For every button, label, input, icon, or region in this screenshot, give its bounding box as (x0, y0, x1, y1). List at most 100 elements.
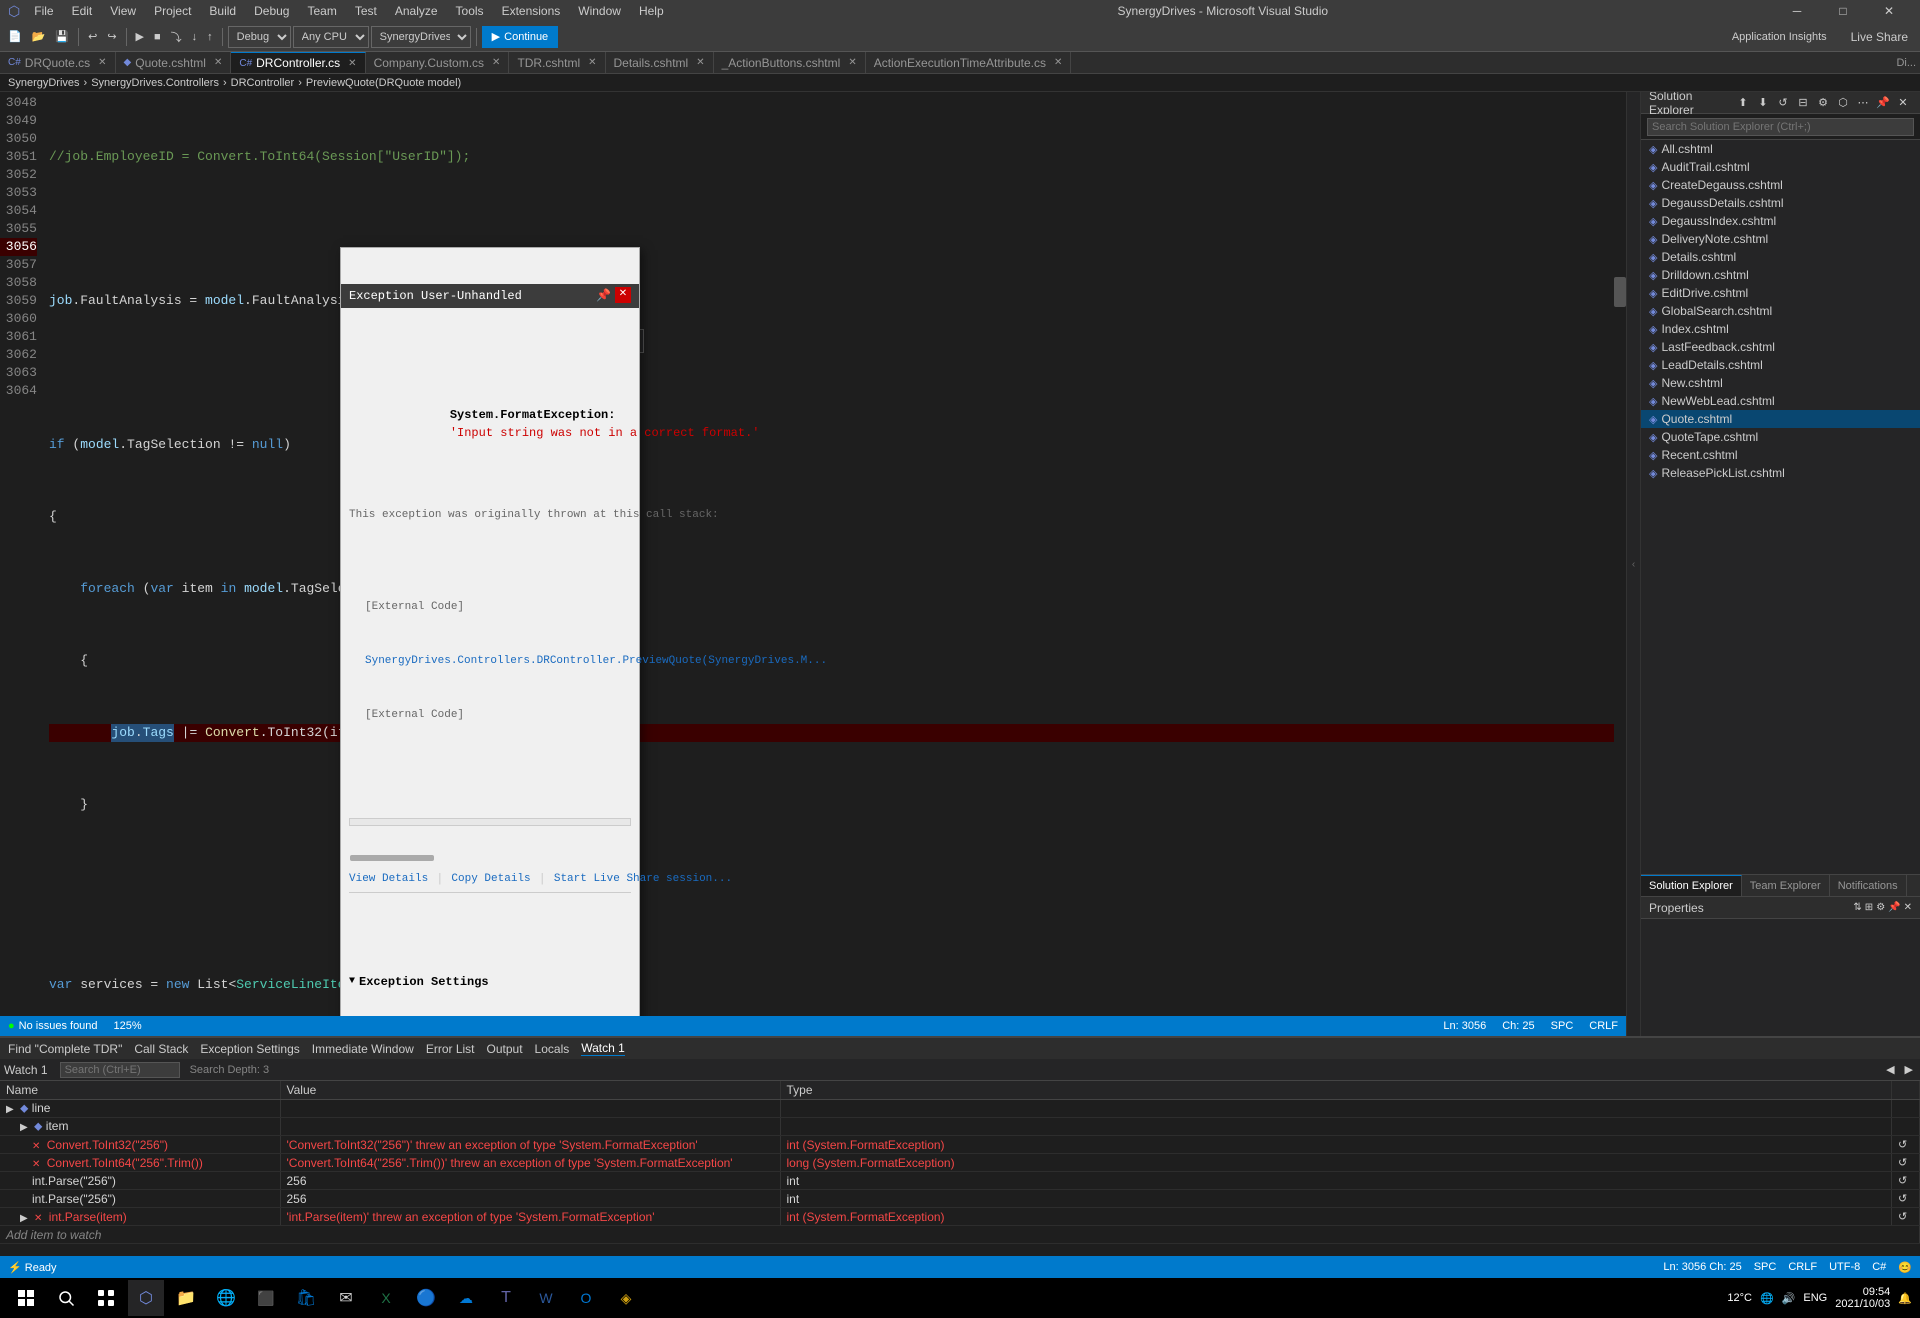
taskbar-chrome-icon[interactable]: 🔵 (408, 1280, 444, 1316)
se-btn-pin[interactable]: 📌 (1874, 94, 1892, 112)
tab-tdrcshtml[interactable]: TDR.cshtml ✕ (509, 52, 605, 73)
se-tab-solution-explorer[interactable]: Solution Explorer (1641, 875, 1742, 896)
menu-file[interactable]: File (26, 2, 61, 20)
menu-help[interactable]: Help (631, 2, 672, 20)
step-into-button[interactable]: ↓ (188, 26, 202, 48)
tree-item-releasepicklist[interactable]: ◈ ReleasePickList.cshtml (1641, 464, 1920, 482)
tab-quotecshtml[interactable]: ◆ Quote.cshtml ✕ (116, 52, 232, 73)
tab-close-drquote[interactable]: ✕ (98, 57, 106, 68)
tree-item-editdrive[interactable]: ◈ EditDrive.cshtml (1641, 284, 1920, 302)
tab-drquote[interactable]: C# DRQuote.cs ✕ (0, 52, 116, 73)
taskbar-word-icon[interactable]: W (528, 1280, 564, 1316)
se-btn-close[interactable]: ✕ (1894, 94, 1912, 112)
tree-item-createdegauss[interactable]: ◈ CreateDegauss.cshtml (1641, 176, 1920, 194)
se-btn-filter[interactable]: ⚙ (1814, 94, 1832, 112)
exception-settings-tab-link[interactable]: Exception Settings (200, 1042, 299, 1056)
immediate-window-tab-link[interactable]: Immediate Window (312, 1042, 414, 1056)
start-debug-button[interactable]: ▶ (132, 26, 148, 48)
stop-debug-button[interactable]: ■ (150, 26, 165, 48)
tab-actionexecution[interactable]: ActionExecutionTimeAttribute.cs ✕ (866, 52, 1072, 73)
breadcrumb-controllers[interactable]: SynergyDrives.Controllers (91, 77, 219, 89)
minimize-button[interactable]: ─ (1774, 0, 1820, 22)
watch-nav-back[interactable]: ◀ (1883, 1063, 1897, 1076)
tree-item-newweblead[interactable]: ◈ NewWebLead.cshtml (1641, 392, 1920, 410)
menu-edit[interactable]: Edit (64, 2, 101, 20)
tree-item-quotetape[interactable]: ◈ QuoteTape.cshtml (1641, 428, 1920, 446)
feedback-icon[interactable]: 😊 (1898, 1261, 1912, 1274)
watch-cell-name-intparse2[interactable]: int.Parse("256") (0, 1190, 280, 1208)
menu-project[interactable]: Project (146, 2, 199, 20)
se-btn-liveshare[interactable]: ⬡ (1834, 94, 1852, 112)
se-btn-collapse-all[interactable]: ⊟ (1794, 94, 1812, 112)
tab-detailscshtml[interactable]: Details.cshtml ✕ (606, 52, 714, 73)
close-button[interactable]: ✕ (1866, 0, 1912, 22)
call-stack-tab-link[interactable]: Call Stack (134, 1042, 188, 1056)
taskbar-notification-icon[interactable]: 🔔 (1898, 1292, 1912, 1305)
settings-triangle-icon[interactable]: ▼ (349, 973, 355, 991)
find-complete-tdr[interactable]: Find "Complete TDR" (8, 1042, 122, 1056)
taskbar-store-icon[interactable]: 🛍 (288, 1280, 324, 1316)
tab-actionbuttons[interactable]: _ActionButtons.cshtml ✕ (714, 52, 866, 73)
continue-button[interactable]: ▶ Continue (482, 26, 559, 48)
tab-close-actionexecution[interactable]: ✕ (1054, 57, 1062, 68)
watch1-tab-link[interactable]: Watch 1 (581, 1041, 625, 1056)
start-button[interactable] (8, 1280, 44, 1316)
properties-close-icon[interactable]: ✕ (1904, 902, 1912, 913)
collapse-sidebar-button[interactable]: ‹ (1626, 92, 1640, 1036)
taskbar-teams-icon[interactable]: T (488, 1280, 524, 1316)
taskbar-edge-icon[interactable]: 🌐 (208, 1280, 244, 1316)
watch-nav-forward[interactable]: ▶ (1902, 1063, 1916, 1076)
tree-item-degaussdetails[interactable]: ◈ DegaussDetails.cshtml (1641, 194, 1920, 212)
tree-item-allcshtml[interactable]: ◈ All.cshtml (1641, 140, 1920, 158)
taskbar-mail-icon[interactable]: ✉ (328, 1280, 364, 1316)
watch-search-input[interactable] (60, 1062, 180, 1078)
editor-vscroll[interactable] (1614, 92, 1626, 1016)
menu-test[interactable]: Test (347, 2, 385, 20)
new-file-button[interactable]: 📄 (4, 26, 26, 48)
view-details-link[interactable]: View Details (349, 870, 428, 888)
watch-cell-name-line[interactable]: ▶ ⬥ line (0, 1100, 280, 1118)
menu-build[interactable]: Build (201, 2, 244, 20)
save-button[interactable]: 💾 (51, 26, 73, 48)
tree-item-details[interactable]: ◈ Details.cshtml (1641, 248, 1920, 266)
watch-cell-name-item[interactable]: ▶ ⬥ item (0, 1118, 280, 1136)
watch-cell-name-intparse1[interactable]: int.Parse("256") (0, 1172, 280, 1190)
step-out-button[interactable]: ↑ (203, 26, 217, 48)
taskbar-outlook-icon[interactable]: O (568, 1280, 604, 1316)
se-btn-refresh[interactable]: ↺ (1774, 94, 1792, 112)
dialog-close-button[interactable]: ✕ (615, 287, 631, 303)
taskbar-vs-icon[interactable]: ⬡ (128, 1280, 164, 1316)
taskview-button[interactable] (88, 1280, 124, 1316)
tab-close-actionbuttons[interactable]: ✕ (848, 57, 856, 68)
tree-item-drilldown[interactable]: ◈ Drilldown.cshtml (1641, 266, 1920, 284)
taskbar-network-icon[interactable]: 🌐 (1760, 1292, 1774, 1305)
add-watch-cell[interactable]: Add item to watch (0, 1226, 1920, 1244)
taskbar-excel-icon[interactable]: X (368, 1280, 404, 1316)
open-file-button[interactable]: 📂 (28, 26, 50, 48)
taskbar-azure-icon[interactable]: ☁ (448, 1280, 484, 1316)
se-btn-1[interactable]: ⬆ (1734, 94, 1752, 112)
copy-details-link[interactable]: Copy Details (451, 870, 530, 888)
tab-close-drcontroller[interactable]: ✕ (348, 58, 356, 69)
tree-item-deliverynote[interactable]: ◈ DeliveryNote.cshtml (1641, 230, 1920, 248)
start-live-share-link[interactable]: Start Live Share session... (554, 870, 732, 888)
tab-close-detailscshtml[interactable]: ✕ (696, 57, 704, 68)
taskbar-clock[interactable]: 09:54 2021/10/03 (1835, 1286, 1890, 1310)
menu-extensions[interactable]: Extensions (494, 2, 569, 20)
watch-cell-name-intparseitem[interactable]: ▶ ✕ int.Parse(item) (0, 1208, 280, 1226)
expand-intparseitem-icon[interactable]: ▶ (20, 1213, 28, 1224)
undo-button[interactable]: ↩ (84, 26, 101, 48)
insights-button[interactable]: Application Insights (1726, 29, 1833, 45)
watch-cell-name-convert32[interactable]: ✕ Convert.ToInt32("256") (0, 1136, 280, 1154)
locals-tab-link[interactable]: Locals (535, 1042, 570, 1056)
tree-item-lastfeedback[interactable]: ◈ LastFeedback.cshtml (1641, 338, 1920, 356)
liveshare-button[interactable]: Live Share (1843, 28, 1916, 46)
menu-view[interactable]: View (102, 2, 144, 20)
tree-item-degaussindex[interactable]: ◈ DegaussIndex.cshtml (1641, 212, 1920, 230)
properties-props-icon[interactable]: ⚙ (1876, 902, 1885, 913)
expand-item-icon[interactable]: ▶ (20, 1122, 28, 1133)
se-btn-settings[interactable]: ⋯ (1854, 94, 1872, 112)
platform-dropdown[interactable]: Any CPU (293, 26, 369, 48)
tab-companycustom[interactable]: Company.Custom.cs ✕ (366, 52, 510, 73)
menu-team[interactable]: Team (299, 2, 344, 20)
